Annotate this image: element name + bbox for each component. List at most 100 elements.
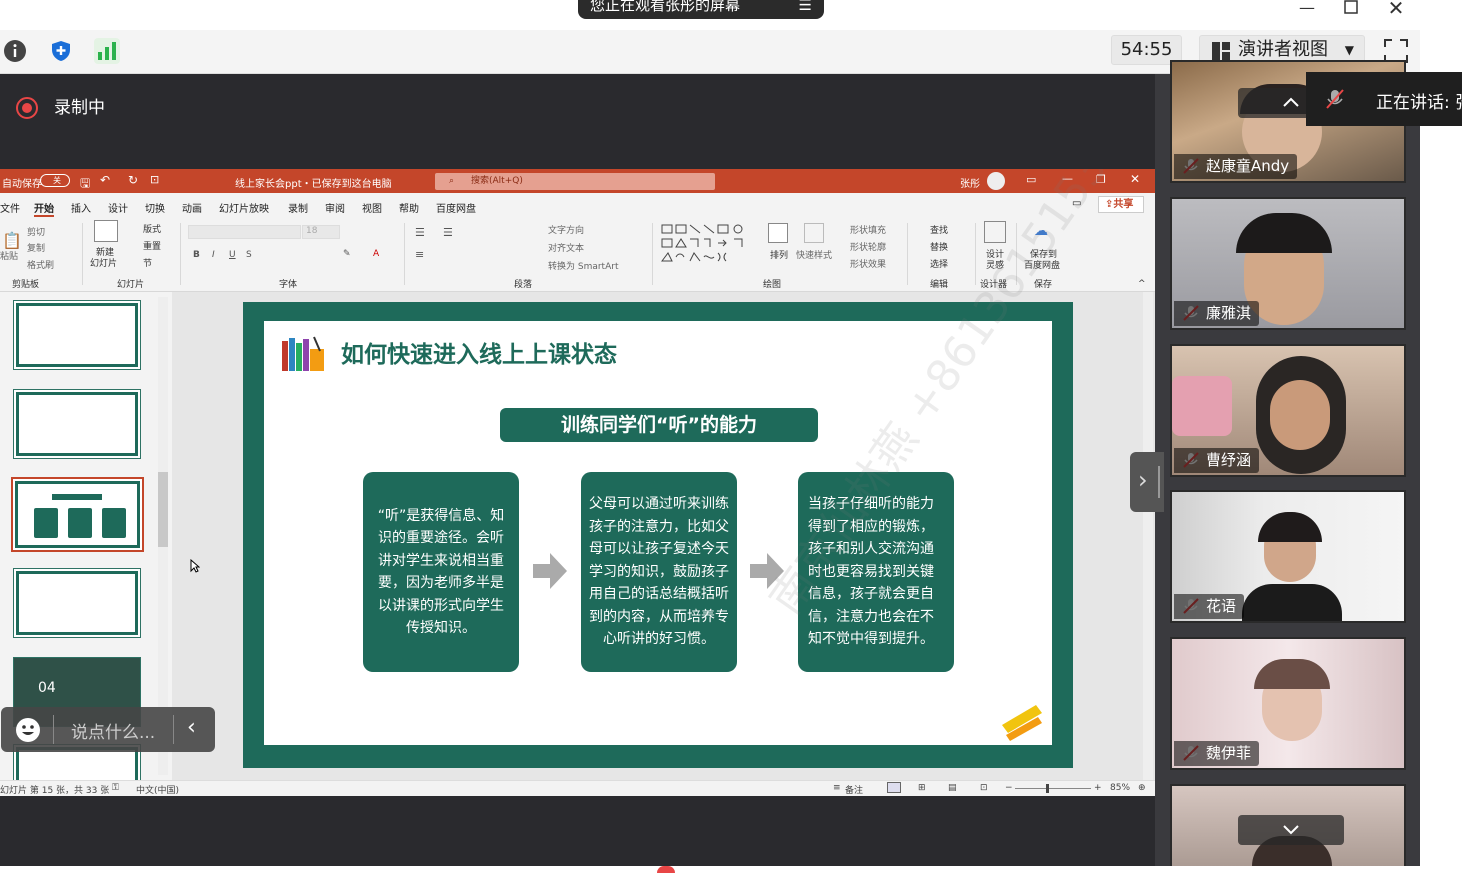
zoom-in-icon[interactable]: + [1094,783,1102,793]
bottom-strip [0,866,1462,873]
mouse-cursor-icon [190,559,200,573]
cut-button[interactable]: 剪切 [27,225,45,238]
shape-outline-button[interactable]: 形状轮廓 [850,240,886,253]
arrange-icon[interactable] [768,223,788,243]
zoom-out-icon[interactable]: − [1005,783,1013,793]
shape-effects-button[interactable]: 形状效果 [850,257,886,270]
slideshow-icon[interactable]: ⊡ [980,783,988,793]
ppt-close-icon[interactable]: ✕ [1130,172,1140,186]
info-icon[interactable] [2,38,28,64]
close-icon[interactable]: ✕ [1381,0,1411,20]
maximize-icon[interactable] [1336,0,1366,20]
accessibility-icon[interactable]: ⚿ [112,783,119,793]
tab-design[interactable]: 设计 [108,200,128,215]
font-color-icon[interactable]: A [373,249,379,259]
shadow-button[interactable]: S [246,250,252,260]
slide-sorter-icon[interactable]: ⊞ [918,783,926,793]
chat-input-bar[interactable]: 说点什么... ‹ [1,707,215,752]
font-size-field[interactable]: 18 [302,225,340,239]
tab-insert[interactable]: 插入 [71,200,91,215]
tab-transitions[interactable]: 切换 [145,200,165,215]
notes-button[interactable]: 备注 [845,783,863,796]
present-icon[interactable]: ⊡ [150,173,159,186]
language-label[interactable]: 中文(中国) [136,783,179,796]
smartart-button[interactable]: 转换为 SmartArt [548,259,618,272]
tab-home[interactable]: 开始 [34,200,54,217]
banner-menu-icon[interactable]: ☰ [799,0,812,19]
zoom-slider-handle[interactable] [1046,784,1049,793]
reading-view-icon[interactable]: ▤ [948,783,957,793]
text-direction-button[interactable]: 文字方向 [548,223,584,236]
minimize-icon[interactable]: — [1292,0,1322,20]
participant-name: 廉雅淇 [1174,301,1260,326]
tab-record[interactable]: 录制 [288,200,308,215]
ppt-search-box[interactable]: ⌕ 搜索(Alt+Q) [435,173,715,190]
bold-button[interactable]: B [193,250,200,260]
tab-view[interactable]: 视图 [362,200,382,215]
highlight-icon[interactable]: ✎ [343,249,351,259]
fit-slide-icon[interactable]: ⊕ [1138,783,1146,793]
participant-tile[interactable]: 曹纾涵 [1170,344,1406,477]
align-left-icon[interactable]: ≡ [415,248,424,261]
shield-icon[interactable] [48,38,74,64]
participant-tile[interactable]: 花语 [1170,490,1406,623]
replace-button[interactable]: 替换 [930,240,948,253]
new-slide-icon[interactable] [94,220,118,242]
participant-tile[interactable]: 廉雅淇 [1170,197,1406,330]
slide-thumbnail[interactable] [13,300,141,370]
tab-baidu[interactable]: 百度网盘 [436,200,476,215]
notes-icon[interactable]: ≡ [833,783,841,793]
redo-icon[interactable]: ↻ [128,173,138,187]
sidebar-toggle[interactable]: › [1130,452,1164,512]
editor-scrollbar[interactable] [1143,292,1153,780]
undo-icon[interactable]: ↶ [100,173,110,187]
tab-slideshow[interactable]: 幻灯片放映 [219,200,269,215]
arrange-button[interactable]: 排列 [770,248,788,261]
normal-view-icon[interactable] [887,782,901,793]
underline-button[interactable]: U [229,250,236,260]
layout-button[interactable]: 版式 [143,222,161,235]
quick-styles-button[interactable]: 快速样式 [796,248,832,261]
shape-fill-button[interactable]: 形状填充 [850,223,886,236]
clipboard-group-label: 剪贴板 [12,280,40,290]
numbering-icon[interactable]: ☰ [443,226,453,239]
slide-thumbnail[interactable] [13,568,141,638]
emoji-icon[interactable] [15,717,41,743]
find-button[interactable]: 查找 [930,223,948,236]
signal-icon[interactable] [94,38,120,64]
tab-help[interactable]: 帮助 [399,200,419,215]
tab-review[interactable]: 审阅 [325,200,345,215]
quick-styles-icon[interactable] [804,223,824,243]
zoom-slider[interactable] [1015,788,1091,789]
new-slide-label-2[interactable]: 幻灯片 [90,256,117,269]
tab-file[interactable]: 文件 [0,200,20,215]
share-button[interactable]: ⇪共享 [1098,196,1144,213]
slide-thumbnail[interactable] [13,389,141,459]
chat-placeholder[interactable]: 说点什么... [71,718,155,743]
zoom-level[interactable]: 85% [1110,783,1130,793]
avatar[interactable] [987,172,1005,190]
align-text-button[interactable]: 对齐文本 [548,241,584,254]
thumbnail-scroll-thumb[interactable] [158,472,168,547]
paste-label[interactable]: 粘贴 [0,249,18,262]
collapse-ribbon-icon[interactable]: ^ [1138,279,1146,289]
section-button[interactable]: 节 [143,256,152,269]
font-name-field[interactable] [188,225,301,239]
autosave-toggle[interactable]: 关 [40,174,70,187]
paste-icon[interactable]: 📋 [2,231,22,250]
save-icon[interactable]: 🖫 [80,174,90,195]
tab-animations[interactable]: 动画 [182,200,202,215]
collapse-chat-icon[interactable]: ‹ [187,715,196,740]
scroll-down-button[interactable] [1238,815,1344,845]
participant-name: 花语 [1174,594,1245,619]
italic-button[interactable]: I [212,250,215,260]
shapes-gallery[interactable] [660,223,754,267]
copy-button[interactable]: 复制 [27,241,45,254]
format-painter-button[interactable]: 格式刷 [27,258,54,271]
bullets-icon[interactable]: ☰ [415,226,425,239]
select-button[interactable]: 选择 [930,257,948,270]
slide-thumbnail-selected[interactable] [11,477,144,552]
reset-button[interactable]: 重置 [143,239,161,252]
speaking-label: 正在讲话: 张 [1376,93,1462,113]
participant-tile[interactable]: 魏伊菲 [1170,637,1406,770]
